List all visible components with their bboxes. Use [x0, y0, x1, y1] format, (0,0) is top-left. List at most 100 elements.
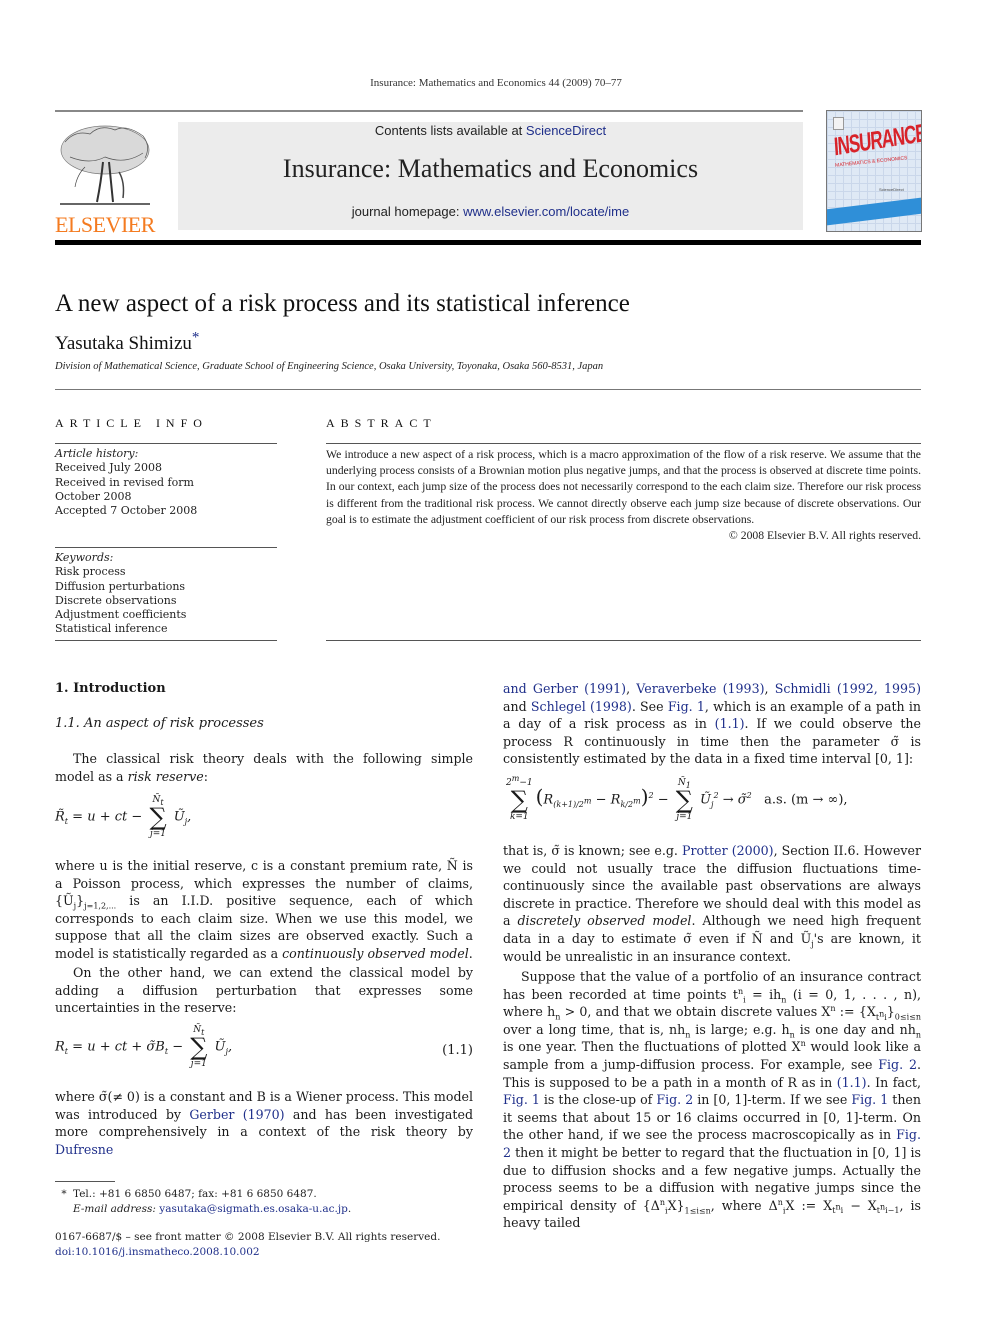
- contents-prefix: Contents lists available at: [374, 123, 526, 138]
- figure-link[interactable]: Fig. 1: [851, 1092, 888, 1107]
- homepage-prefix: journal homepage:: [351, 204, 464, 219]
- paragraph: The classical risk theory deals with the…: [55, 750, 473, 785]
- sciencedirect-link[interactable]: ScienceDirect: [526, 123, 606, 138]
- equation-suffix: a.s. (m → ∞),: [764, 792, 848, 808]
- figure-link[interactable]: Fig. 2: [878, 1057, 917, 1072]
- text: that is, σ̃ is known; see e.g.: [503, 843, 682, 858]
- article-history: Article history: Received July 2008 Rece…: [55, 447, 277, 518]
- keyword: Adjustment coefficients: [55, 608, 187, 622]
- text: :: [203, 768, 208, 784]
- paragraph: where u is the initial reserve, c is a c…: [55, 858, 473, 961]
- author-name: Yasutaka Shimizu: [55, 333, 192, 354]
- paragraph: On the other hand, we can extend the cla…: [55, 965, 473, 1016]
- contents-line: Contents lists available at ScienceDirec…: [178, 123, 803, 138]
- text: − X: [843, 1197, 877, 1213]
- history-item: Received in revised form: [55, 475, 194, 489]
- header-rule: [55, 110, 803, 112]
- abstract-text: We introduce a new aspect of a risk proc…: [326, 448, 921, 526]
- homepage-line: journal homepage: www.elsevier.com/locat…: [178, 204, 803, 219]
- author-footnote-marker[interactable]: *: [192, 330, 200, 346]
- subsection-heading: 1.1. An aspect of risk processes: [55, 716, 264, 731]
- emphasis: continuously observed model: [282, 945, 469, 961]
- journal-banner: Contents lists available at ScienceDirec…: [178, 122, 803, 230]
- text: is large; e.g. h: [690, 1021, 790, 1037]
- citation-link[interactable]: Protter (2000): [682, 843, 774, 858]
- cover-publisher-mark: ScienceDirect: [879, 187, 904, 192]
- keyword: Statistical inference: [55, 622, 168, 636]
- keywords-rule: [55, 547, 277, 548]
- paragraph: where σ̃(≠ 0) is a constant and B is a W…: [55, 1088, 473, 1158]
- text: , where Δ: [710, 1197, 778, 1213]
- equation-1-1: Rt = u + ct + σ̃Bt − Ñt ∑ j=1 Ũj, (1.1): [55, 1025, 473, 1069]
- keywords-label: Keywords:: [55, 551, 114, 564]
- text: := {X: [835, 1004, 876, 1020]
- figure-link[interactable]: Fig. 1: [503, 1092, 540, 1107]
- abstract-heading: ABSTRACT: [326, 416, 437, 430]
- equation-classical-reserve: R̃t = u + ct − Ñt ∑ j=1 Ũj,: [55, 795, 192, 839]
- text: is the close-up of: [539, 1092, 657, 1108]
- cover-elsevier-icon: [833, 117, 844, 130]
- text: in [0, 1]-term. If we see: [693, 1092, 852, 1108]
- keywords: Keywords: Risk process Diffusion perturb…: [55, 551, 277, 637]
- history-label: Article history:: [55, 447, 139, 460]
- text: X := X: [785, 1197, 833, 1213]
- equation-quadratic-variation: 2m−1 ∑ k=1 (R(k+1)/2m − Rk/2m)2 − Ñ1 ∑ j=1 Ũj…: [506, 774, 848, 823]
- journal-title: Insurance: Mathematics and Economics: [282, 154, 699, 183]
- text: The classical risk theory deals with the…: [55, 751, 473, 784]
- paragraph: that is, σ̃ is known; see e.g. Protter (…: [503, 843, 921, 964]
- article-title: A new aspect of a risk process and its s…: [55, 290, 630, 317]
- journal-cover-thumbnail[interactable]: INSURANCE MATHEMATICS & ECONOMICS Scienc…: [826, 110, 922, 232]
- article-info-heading: ARTICLE INFO: [55, 416, 208, 430]
- doi-link[interactable]: doi:10.1016/j.insmatheco.2008.10.002: [55, 1246, 260, 1258]
- article-info-bottom-rule: [55, 640, 277, 641]
- text: is one year. Then the fluctuations of pl…: [503, 1039, 801, 1055]
- email-link[interactable]: yasutaka@sigmath.es.osaka-u.ac.jp: [159, 1203, 348, 1215]
- keyword: Risk process: [55, 565, 126, 579]
- text: is one day and nh: [794, 1021, 916, 1037]
- tree-icon: [55, 122, 155, 210]
- front-matter: 0167-6687/$ – see front matter © 2008 El…: [55, 1230, 475, 1260]
- citation-link[interactable]: Gerber (1970): [189, 1107, 284, 1122]
- figure-link[interactable]: Fig. 1: [668, 699, 705, 714]
- equation-link[interactable]: (1.1): [715, 716, 745, 731]
- elsevier-logo[interactable]: ELSEVIER: [55, 122, 155, 237]
- paragraph: and Gerber (1991), Veraverbeke (1993), S…: [503, 681, 922, 767]
- footnote-tel-text: Tel.: +81 6 6850 6487; fax: +81 6 6850 6…: [73, 1188, 317, 1200]
- text: }: [76, 893, 85, 909]
- running-head: Insurance: Mathematics and Economics 44 …: [370, 77, 622, 89]
- abstract-copyright: © 2008 Elsevier B.V. All rights reserved…: [728, 529, 921, 543]
- text: X}: [667, 1197, 685, 1213]
- text: over a long time, that is, nh: [503, 1021, 686, 1037]
- author-line: Yasutaka Shimizu*: [55, 330, 200, 355]
- text: = ih: [745, 986, 782, 1002]
- abstract-rule: [326, 443, 921, 444]
- affiliation: Division of Mathematical Science, Gradua…: [55, 361, 604, 372]
- publisher-logo-text: ELSEVIER: [55, 212, 155, 237]
- affiliation-rule: [55, 389, 921, 390]
- emphasis: risk reserve: [127, 768, 204, 784]
- keyword: Diffusion perturbations: [55, 579, 186, 593]
- footnote-email: E-mail address: yasutaka@sigmath.es.osak…: [73, 1203, 352, 1215]
- journal-homepage-link[interactable]: www.elsevier.com/locate/ime: [463, 204, 629, 219]
- history-item: October 2008: [55, 489, 132, 503]
- citation-link[interactable]: Schmidli (1992, 1995): [775, 681, 921, 696]
- citation-link[interactable]: Veraverbeke (1993): [636, 681, 764, 696]
- citation-link[interactable]: Schlegel (1998): [531, 699, 632, 714]
- header-thick-rule: [55, 240, 921, 245]
- citation-link[interactable]: and Gerber (1991): [503, 681, 626, 696]
- history-item: Accepted 7 October 2008: [55, 504, 198, 518]
- email-label: E-mail address:: [73, 1203, 160, 1215]
- text: .: [468, 945, 473, 961]
- equation-link[interactable]: (1.1): [837, 1075, 867, 1090]
- citation-link[interactable]: Dufresne: [55, 1142, 113, 1157]
- footnote-rule: [55, 1181, 115, 1182]
- figure-link[interactable]: Fig. 2: [656, 1092, 693, 1107]
- emphasis: discretely observed model: [517, 913, 692, 929]
- footnote-marker: *: [61, 1188, 67, 1200]
- footnote: * Tel.: +81 6 6850 6487; fax: +81 6 6850 …: [55, 1187, 475, 1217]
- paragraph: Suppose that the value of a portfolio of…: [503, 969, 922, 1231]
- footnote-tel: * Tel.: +81 6 6850 6487; fax: +81 6 6850 …: [55, 1187, 475, 1202]
- text: > 0, and that we obtain discrete values …: [560, 1004, 831, 1020]
- text: . In fact,: [866, 1074, 921, 1090]
- section-heading-introduction: 1. Introduction: [55, 681, 166, 696]
